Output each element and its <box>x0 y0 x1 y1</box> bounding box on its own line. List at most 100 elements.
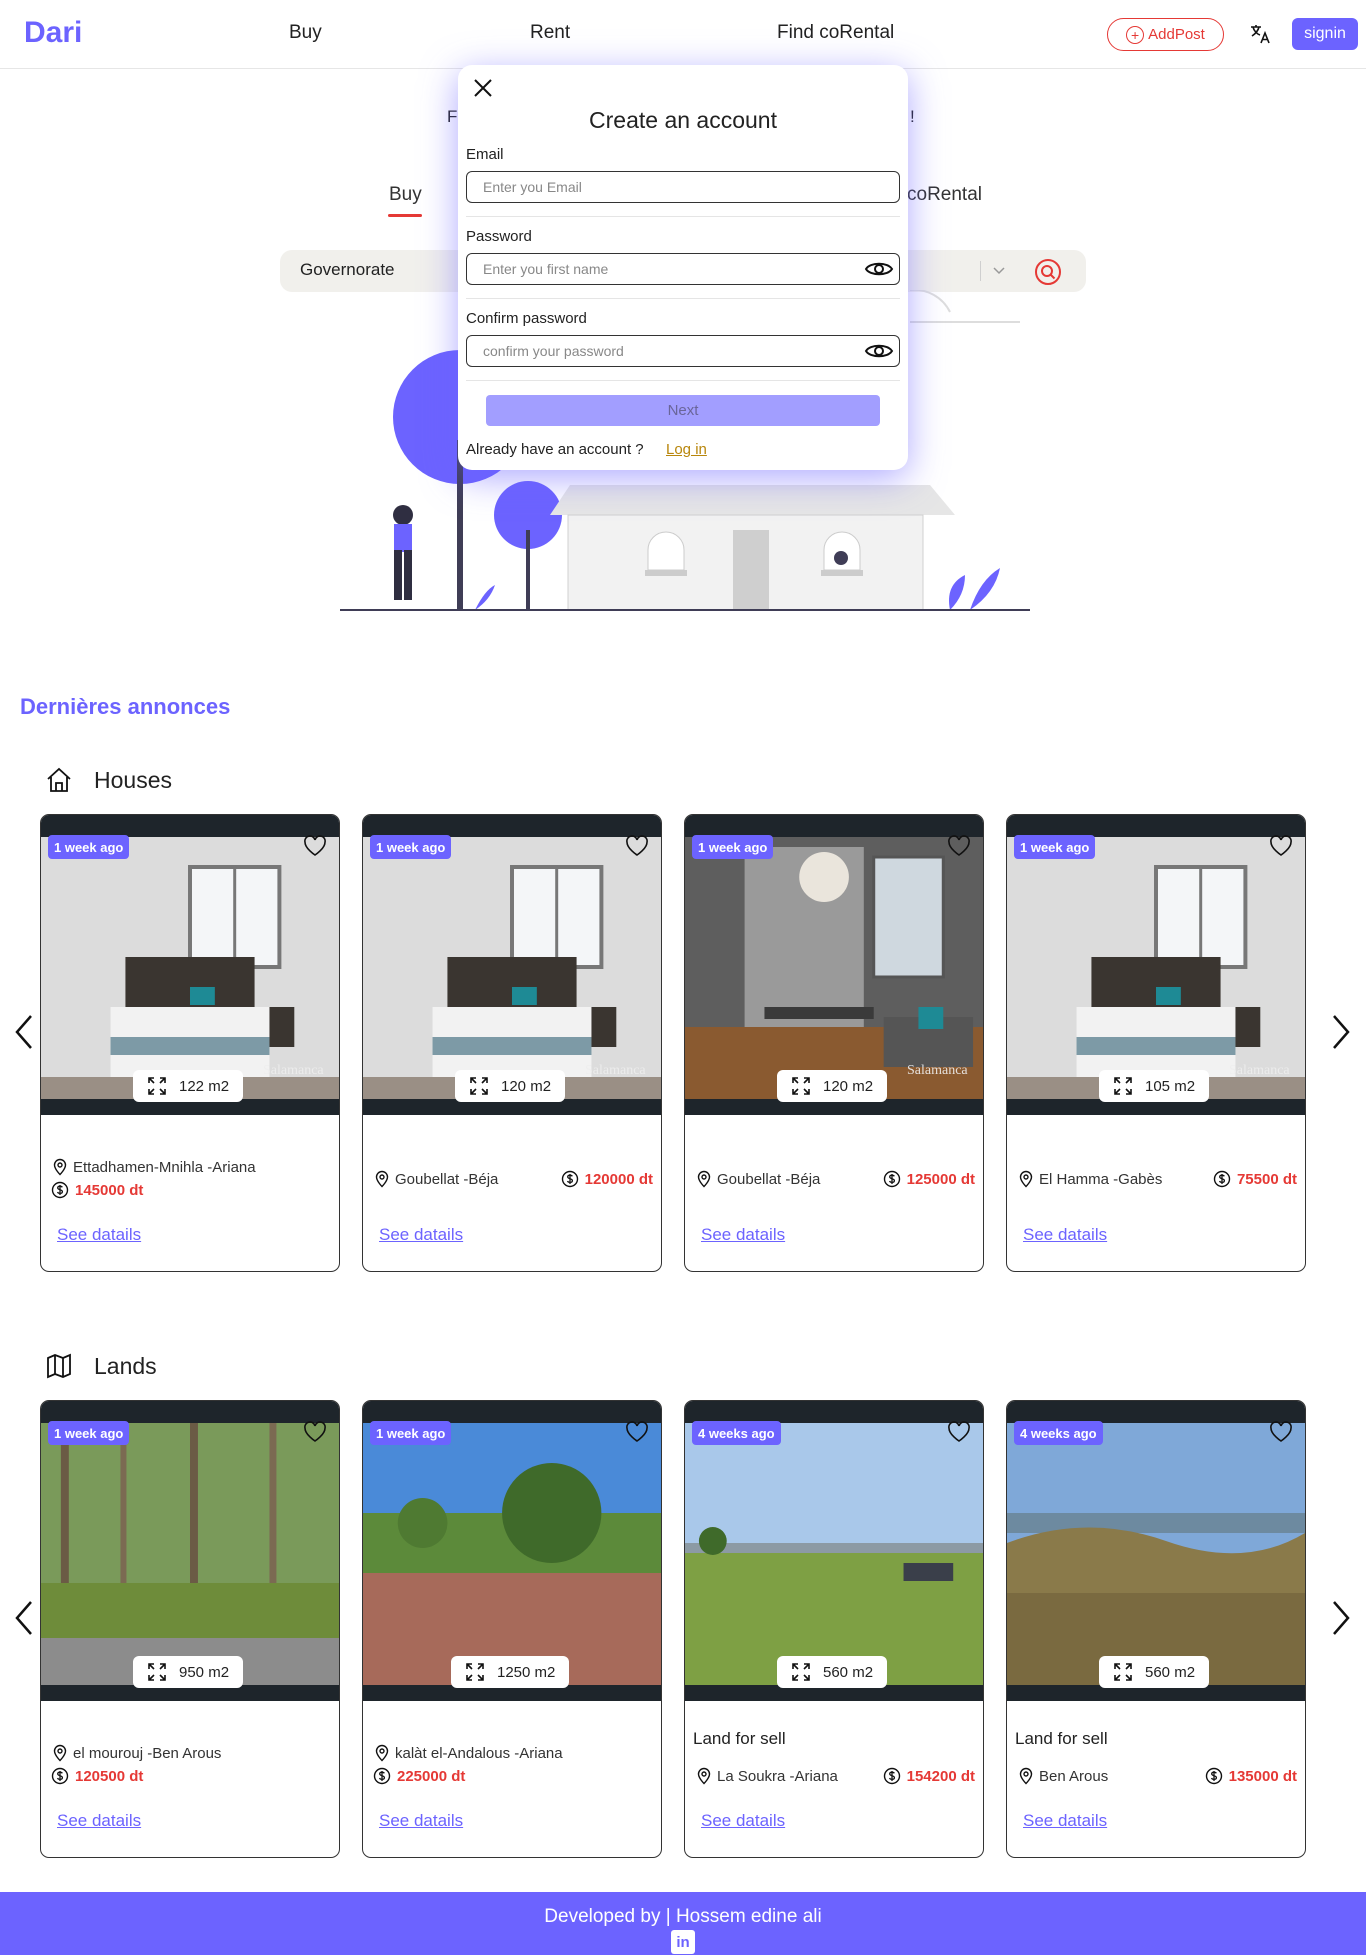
eye-icon[interactable] <box>864 258 894 280</box>
chevron-right-icon[interactable] <box>1328 1598 1354 1638</box>
listing-location: kalàt el-Andalous -Ariana <box>373 1744 563 1762</box>
see-details-link[interactable]: See datails <box>1023 1225 1107 1245</box>
listing-area: 120 m2 <box>501 1077 552 1095</box>
listing-location: Ben Arous <box>1017 1767 1108 1785</box>
divider <box>466 216 900 217</box>
listing-image-frame: 1 week ago Salamanca 122 m2 <box>41 815 339 1115</box>
listing-price-text: 120500 dt <box>75 1767 144 1785</box>
confirm-password-field[interactable] <box>466 335 900 367</box>
map-icon <box>47 1353 71 1379</box>
heart-icon[interactable] <box>303 1421 327 1443</box>
governorate-select[interactable]: Governorate <box>300 260 395 280</box>
see-details-link[interactable]: See datails <box>701 1811 785 1831</box>
logo[interactable]: Dari <box>24 16 82 50</box>
close-icon[interactable] <box>470 75 496 101</box>
chevron-left-icon[interactable] <box>11 1012 37 1052</box>
listing-location: Ettadhamen-Mnihla -Ariana <box>51 1158 256 1176</box>
heart-icon[interactable] <box>625 1421 649 1443</box>
see-details-link[interactable]: See datails <box>701 1225 785 1245</box>
listing-photo[interactable] <box>41 1423 339 1685</box>
listing-card[interactable]: 1 week ago Salamanca 120 m2 Goubellat -Béja… <box>362 814 662 1272</box>
listing-image-frame: 1 week ago Salamanca 105 m2 <box>1007 815 1305 1115</box>
heart-icon[interactable] <box>1269 835 1293 857</box>
listing-card[interactable]: 1 week ago Salamanca 105 m2 El Hamma -Gabès… <box>1006 814 1306 1272</box>
next-button[interactable]: Next <box>486 395 880 426</box>
dollar-icon <box>1213 1170 1231 1188</box>
signin-button[interactable]: signin <box>1292 18 1358 50</box>
listing-photo[interactable] <box>363 837 661 1099</box>
addpost-label: AddPost <box>1148 26 1205 43</box>
chevron-down-icon[interactable] <box>991 262 1007 278</box>
modal-title: Create an account <box>589 107 777 133</box>
listing-watermark: Salamanca <box>585 1063 646 1078</box>
listing-photo[interactable] <box>363 1423 661 1685</box>
see-details-link[interactable]: See datails <box>57 1811 141 1831</box>
linkedin-icon[interactable]: in <box>671 1930 695 1954</box>
location-pin-icon <box>1019 1170 1033 1188</box>
listing-location: Goubellat -Béja <box>695 1170 820 1188</box>
listing-location-text: kalàt el-Andalous -Ariana <box>395 1744 563 1762</box>
listing-card[interactable]: 4 weeks ago 560 m2 Land for sell Ben Arous 1… <box>1006 1400 1306 1858</box>
listing-photo[interactable] <box>685 1423 983 1685</box>
listing-price: 120500 dt <box>51 1767 143 1785</box>
listing-photo[interactable] <box>1007 1423 1305 1685</box>
hero-title-right: ! <box>910 107 915 126</box>
heart-icon[interactable] <box>1269 1421 1293 1443</box>
listing-location-text: La Soukra -Ariana <box>717 1767 838 1785</box>
listing-price-text: 145000 dt <box>75 1181 144 1199</box>
listing-area-chip: 122 m2 <box>133 1070 244 1102</box>
listing-age-badge: 1 week ago <box>370 1421 452 1445</box>
dollar-icon <box>1205 1767 1222 1785</box>
nav-link-rent[interactable]: Rent <box>530 22 570 44</box>
listing-age-badge: 1 week ago <box>692 835 774 859</box>
search-divider <box>980 261 981 281</box>
listing-card[interactable]: 1 week ago 950 m2 el mourouj -Ben Arous 120… <box>40 1400 340 1858</box>
listing-photo[interactable] <box>1007 837 1305 1099</box>
listing-watermark: Salamanca <box>1229 1063 1290 1078</box>
eye-icon[interactable] <box>864 340 894 362</box>
login-link[interactable]: Log in <box>666 441 707 458</box>
see-details-link[interactable]: See datails <box>57 1225 141 1245</box>
see-details-link[interactable]: See datails <box>379 1811 463 1831</box>
heart-icon[interactable] <box>303 835 327 857</box>
listing-photo[interactable] <box>41 837 339 1099</box>
listing-image-frame: 1 week ago Salamanca 120 m2 <box>685 815 983 1115</box>
listing-area-chip: 120 m2 <box>777 1070 888 1102</box>
chevron-left-icon[interactable] <box>11 1598 37 1638</box>
nav-link-buy[interactable]: Buy <box>289 22 322 44</box>
heart-icon[interactable] <box>947 1421 971 1443</box>
addpost-button[interactable]: + AddPost <box>1107 18 1224 51</box>
nav-link-find-corental[interactable]: Find coRental <box>777 22 894 44</box>
listing-area: 122 m2 <box>179 1077 230 1095</box>
divider <box>466 380 900 381</box>
listing-location: La Soukra -Ariana <box>695 1767 838 1785</box>
see-details-link[interactable]: See datails <box>379 1225 463 1245</box>
listing-price: 154200 dt <box>883 1767 975 1785</box>
email-field[interactable] <box>466 171 900 203</box>
listing-title: Land for sell <box>1015 1729 1108 1748</box>
tab-corental[interactable]: coRental <box>907 184 982 206</box>
expand-icon <box>470 1077 488 1095</box>
heart-icon[interactable] <box>947 835 971 857</box>
tab-active-indicator <box>388 214 422 217</box>
password-field[interactable] <box>466 253 900 285</box>
tab-buy[interactable]: Buy <box>389 184 422 206</box>
listing-card[interactable]: 1 week ago Salamanca 120 m2 Goubellat -Béja… <box>684 814 984 1272</box>
listing-location-text: Goubellat -Béja <box>717 1170 821 1188</box>
expand-icon <box>1114 1663 1132 1681</box>
chevron-right-icon[interactable] <box>1328 1012 1354 1052</box>
listing-card[interactable]: 4 weeks ago 560 m2 Land for sell La Soukra … <box>684 1400 984 1858</box>
confirm-password-label: Confirm password <box>466 310 587 327</box>
see-details-link[interactable]: See datails <box>1023 1811 1107 1831</box>
heart-icon[interactable] <box>625 835 649 857</box>
listing-card[interactable]: 1 week ago 1250 m2 kalàt el-Andalous -Aria… <box>362 1400 662 1858</box>
listing-photo[interactable] <box>685 837 983 1099</box>
search-icon[interactable] <box>1034 258 1062 286</box>
listing-image-frame: 1 week ago 950 m2 <box>41 1401 339 1701</box>
listing-price-text: 154200 dt <box>906 1767 975 1785</box>
email-label: Email <box>466 146 504 163</box>
listing-card[interactable]: 1 week ago Salamanca 122 m2 Ettadhamen-Mnih… <box>40 814 340 1272</box>
translate-icon[interactable] <box>1248 22 1272 46</box>
listing-location: Goubellat -Béja <box>373 1170 498 1188</box>
expand-icon <box>148 1077 166 1095</box>
